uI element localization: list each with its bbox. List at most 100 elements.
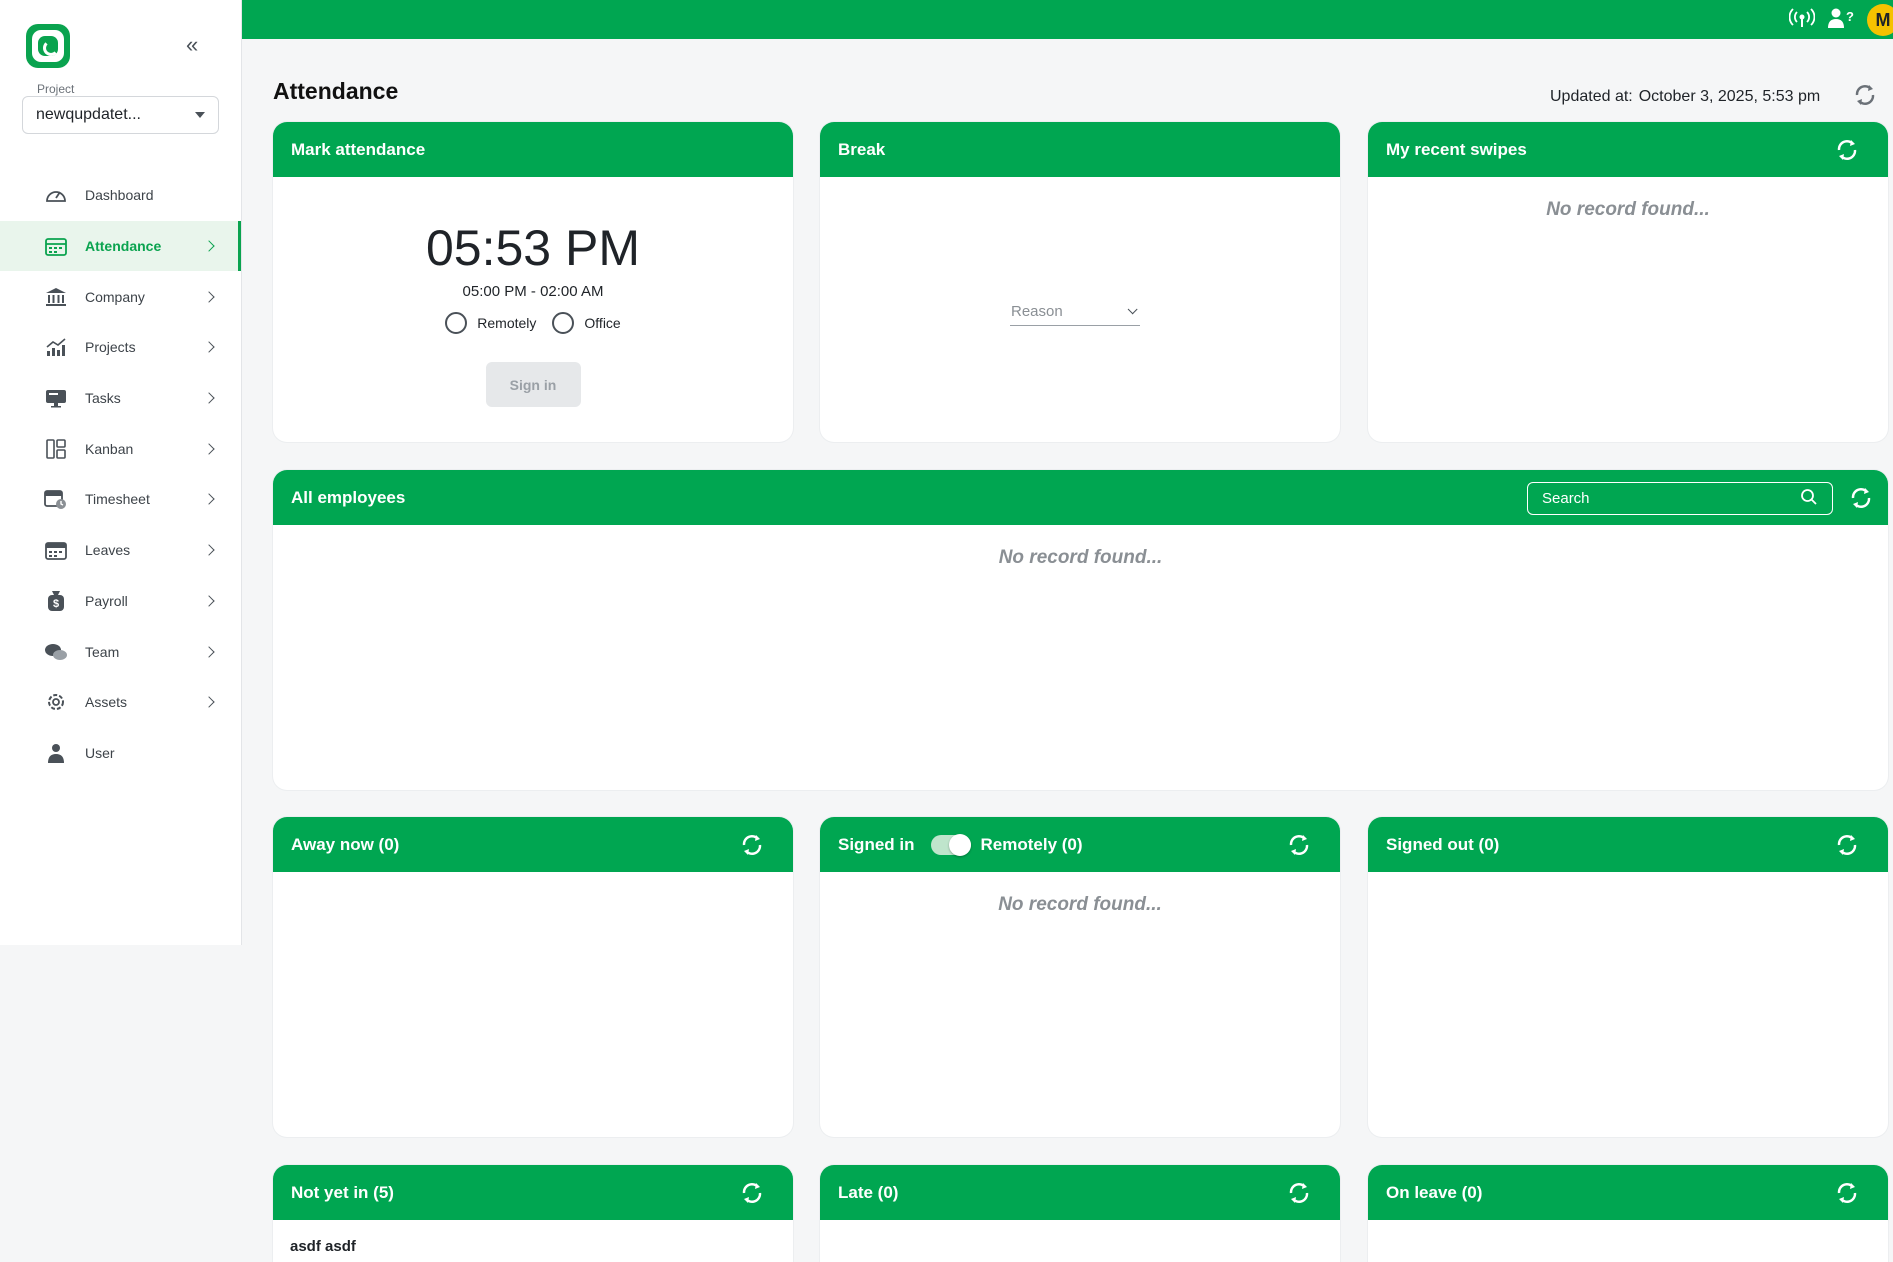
radio-circle [552, 312, 575, 334]
mark-attendance-card: Mark attendance 05:53 PM 05:00 PM - 02:0… [273, 122, 793, 442]
refresh-icon[interactable] [1852, 82, 1878, 108]
svg-text:$: $ [53, 598, 59, 610]
radio-office[interactable]: Office [552, 312, 621, 334]
card-title: Away now (0) [291, 834, 400, 854]
empty-message: No record found... [998, 547, 1163, 568]
sidebar-item-label: Timesheet [85, 491, 150, 508]
radio-circle [445, 312, 468, 334]
gauge-icon [44, 184, 68, 206]
refresh-icon[interactable] [1834, 832, 1860, 858]
sidebar-nav: Dashboard Attendance Company Projects Ta… [0, 170, 241, 778]
project-select-value: newqupdatet... [36, 106, 141, 123]
app-logo[interactable] [26, 24, 70, 68]
reason-placeholder: Reason [1011, 303, 1063, 320]
sidebar-item-label: Leaves [85, 542, 131, 559]
refresh-icon[interactable] [1834, 137, 1860, 163]
sidebar-item-timesheet[interactable]: Timesheet [0, 474, 241, 525]
calendar-icon [44, 539, 68, 561]
chevron-right-icon [203, 595, 215, 607]
updated-value: October 3, 2025, 5:53 pm [1638, 88, 1821, 105]
card-header: On leave (0) [1368, 1165, 1888, 1220]
sidebar-item-dashboard[interactable]: Dashboard [0, 170, 241, 221]
sidebar-item-leaves[interactable]: Leaves [0, 525, 241, 576]
radio-remotely[interactable]: Remotely [445, 312, 536, 334]
chevron-right-icon [203, 341, 215, 354]
card-header: All employees Search [273, 470, 1888, 525]
card-header: Signed in Remotely (0) [820, 817, 1340, 872]
user-icon [44, 742, 68, 764]
sidebar-item-team[interactable]: Team [0, 626, 241, 677]
sidebar-item-label: Dashboard [85, 187, 154, 204]
user-help-icon[interactable]: ? [1827, 7, 1855, 34]
avatar[interactable]: M [1867, 4, 1893, 36]
reason-select[interactable]: Reason [1010, 298, 1140, 326]
remotely-toggle[interactable] [930, 833, 971, 856]
refresh-icon[interactable] [1834, 1180, 1860, 1206]
caret-down-icon [195, 112, 205, 118]
sidebar-item-company[interactable]: Company [0, 271, 241, 322]
card-title: Signed out (0) [1386, 834, 1500, 854]
refresh-icon[interactable] [739, 832, 765, 858]
top-bar: ? M [242, 0, 1893, 39]
refresh-icon[interactable] [739, 1180, 765, 1206]
collapse-sidebar-icon[interactable]: « [186, 34, 208, 56]
card-header: Not yet in (5) [273, 1165, 793, 1220]
chevron-right-icon [203, 443, 215, 455]
all-employees-card: All employees Search No record found... [273, 470, 1888, 790]
card-header: Late (0) [820, 1165, 1340, 1220]
toggle-label: Remotely (0) [980, 834, 1083, 854]
list-item[interactable]: asdf asdf [273, 1220, 793, 1262]
chevron-right-icon [203, 645, 215, 658]
sidebar-item-attendance[interactable]: Attendance [0, 220, 241, 272]
refresh-icon[interactable] [1286, 832, 1312, 858]
sidebar-item-user[interactable]: User [0, 728, 241, 779]
svg-text:?: ? [1846, 9, 1854, 24]
sidebar-item-label: Payroll [85, 592, 128, 609]
radio-label: Office [584, 315, 621, 331]
sidebar-item-assets[interactable]: Assets [0, 677, 241, 728]
sidebar-item-payroll[interactable]: $ Payroll [0, 576, 241, 627]
chevron-right-icon [203, 392, 215, 404]
away-now-card: Away now (0) [273, 817, 793, 1137]
refresh-icon[interactable] [1848, 485, 1874, 511]
sidebar-item-label: Assets [85, 694, 128, 711]
radio-label: Remotely [477, 315, 537, 331]
card-title: On leave (0) [1386, 1182, 1483, 1202]
sidebar-item-label: Projects [85, 339, 136, 356]
chart-icon [44, 336, 68, 358]
work-mode-radios: Remotely Office [273, 312, 793, 334]
clock-display: 05:53 PM [425, 220, 640, 276]
signed-out-card: Signed out (0) [1368, 817, 1888, 1137]
card-header: My recent swipes [1368, 122, 1888, 177]
project-label: Project [37, 82, 75, 96]
broadcast-icon[interactable] [1788, 7, 1816, 34]
chevron-right-icon [203, 240, 215, 252]
sidebar: « Project newqupdatet... Dashboard Atten… [0, 0, 242, 945]
gear-icon [44, 691, 68, 713]
bank-icon [44, 286, 68, 308]
project-select[interactable]: newqupdatet... [22, 96, 219, 134]
card-title: Not yet in (5) [291, 1182, 394, 1202]
search-input[interactable]: Search [1527, 482, 1833, 515]
sidebar-item-projects[interactable]: Projects [0, 322, 241, 373]
card-header: Break [820, 122, 1340, 177]
calendar-grid-icon [44, 235, 68, 257]
card-title: All employees [291, 487, 406, 507]
recent-swipes-card: My recent swipes No record found... [1368, 122, 1888, 442]
refresh-icon[interactable] [1286, 1180, 1312, 1206]
empty-message: No record found... [1546, 199, 1710, 220]
late-card: Late (0) [820, 1165, 1340, 1262]
search-icon[interactable] [1800, 488, 1818, 510]
sidebar-item-kanban[interactable]: Kanban [0, 423, 241, 474]
monitor-icon [44, 387, 68, 409]
break-card: Break Reason [820, 122, 1340, 442]
card-title: Break [838, 139, 886, 159]
calendar-clock-icon [44, 488, 68, 510]
sidebar-item-label: Tasks [85, 390, 121, 407]
sign-in-button[interactable]: Sign in [485, 362, 581, 407]
chat-bubbles-icon [44, 641, 68, 663]
card-header: Signed out (0) [1368, 817, 1888, 872]
sidebar-item-tasks[interactable]: Tasks [0, 373, 241, 424]
on-leave-card: On leave (0) [1368, 1165, 1888, 1262]
top-bar-actions: ? M [1788, 4, 1893, 36]
